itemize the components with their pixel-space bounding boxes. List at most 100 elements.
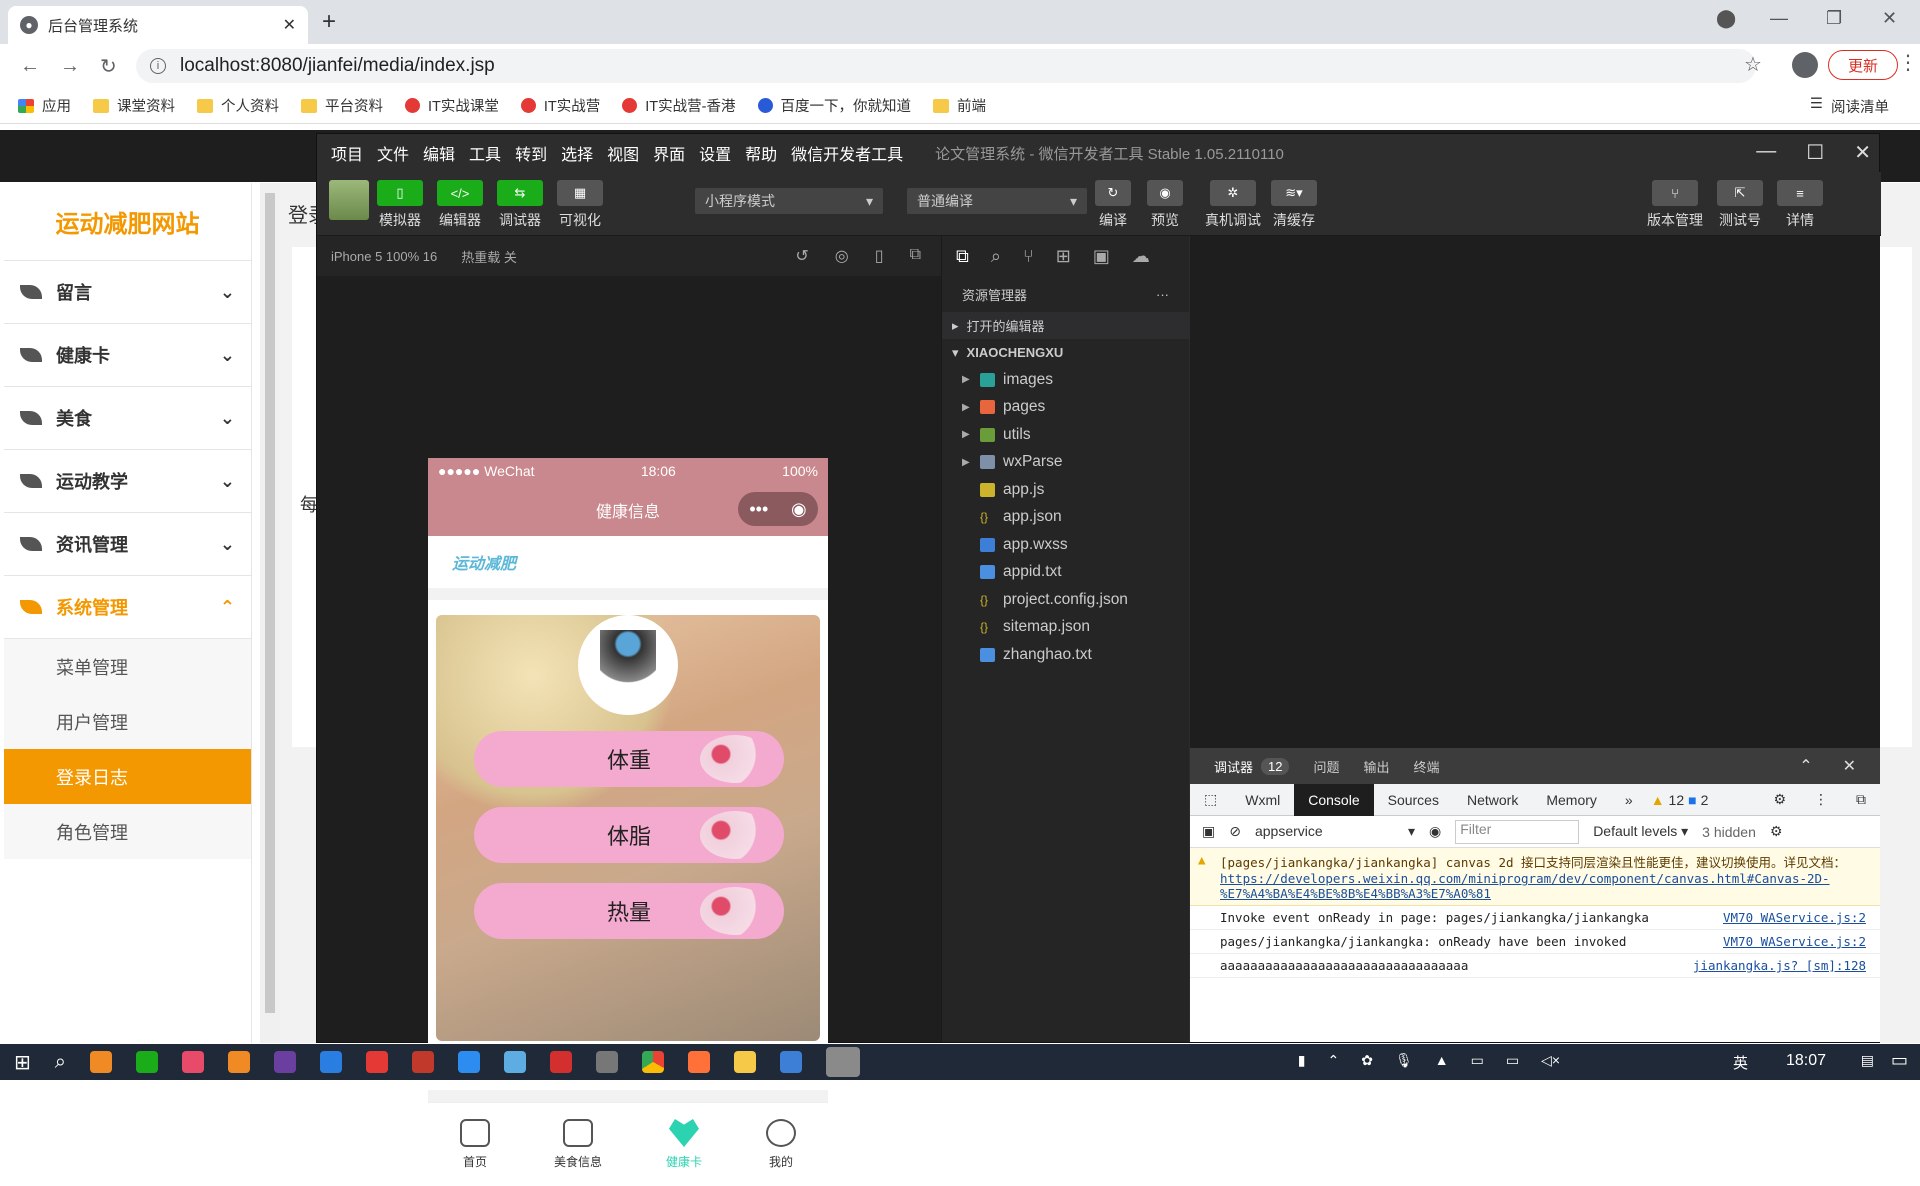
menu-view[interactable]: 视图 [607, 141, 639, 165]
remote-debug-button[interactable]: ✲ 真机调试 [1205, 180, 1261, 230]
log-source-link[interactable]: VM70 WAService.js:2 [1713, 934, 1866, 949]
minimize-icon[interactable]: — [1756, 140, 1776, 165]
menu-item[interactable]: 留言 ⌄ [4, 261, 251, 324]
menu-item[interactable]: 运动教学 ⌄ [4, 450, 251, 513]
wechat-icon[interactable] [135, 1051, 158, 1073]
close-icon[interactable]: ✕ [1854, 140, 1871, 165]
compile-button[interactable]: ↻ 编译 [1095, 180, 1131, 230]
ime-indicator[interactable]: 英 [1733, 1052, 1748, 1073]
preview-button[interactable]: ◉ 预览 [1147, 180, 1183, 230]
bookmark-link[interactable]: IT实战课堂 [405, 95, 499, 116]
docker-icon[interactable]: ☁ [1132, 246, 1150, 267]
tray-icon[interactable]: ✿ [1361, 1052, 1373, 1069]
bookmark-link[interactable]: 百度一下，你就知道 [757, 95, 911, 116]
app-icon[interactable] [503, 1051, 526, 1073]
file-item[interactable]: {} app.json [942, 504, 1189, 532]
menu-tools[interactable]: 工具 [469, 141, 501, 165]
test-account-button[interactable]: ⇱ 测试号 [1717, 180, 1763, 230]
mic-icon[interactable]: 🎙 [1395, 1052, 1413, 1069]
panel-memory[interactable]: Memory [1532, 784, 1611, 816]
details-button[interactable]: ≡ 详情 [1777, 180, 1823, 230]
settings-icon[interactable] [595, 1051, 618, 1073]
version-button[interactable]: ⑂ 版本管理 [1647, 180, 1703, 230]
body-fat-button[interactable]: 体脂 [474, 807, 784, 863]
device-select[interactable]: iPhone 5 100% 16 [331, 249, 437, 264]
settings-icon[interactable]: ⚙ [1759, 784, 1800, 816]
explorer-icon[interactable] [733, 1051, 756, 1073]
files-icon[interactable]: ⧉ [956, 246, 969, 267]
address-bar[interactable]: i localhost:8080/jianfei/media/index.jsp [136, 49, 1756, 83]
minimize-icon[interactable]: — [1770, 8, 1788, 29]
panel-network[interactable]: Network [1453, 784, 1532, 816]
new-tab-button[interactable]: + [322, 8, 336, 36]
tab-food[interactable]: 美食信息 [554, 1119, 602, 1170]
battery-icon[interactable]: ▭ [1471, 1052, 1484, 1069]
folder-item[interactable]: ▶ pages [942, 394, 1189, 422]
profile-dropdown-icon[interactable]: ⬤ [1716, 8, 1736, 29]
eye-icon[interactable]: ◉ [1429, 823, 1441, 840]
filter-input[interactable]: Filter [1455, 819, 1580, 844]
panel-sources[interactable]: Sources [1374, 784, 1453, 816]
reload-icon[interactable]: ↻ [100, 54, 117, 79]
menu-project[interactable]: 项目 [331, 141, 363, 165]
dock-icon[interactable]: ⧉ [1842, 784, 1880, 816]
inspect-icon[interactable]: ⬚ [1190, 784, 1231, 816]
tab-mine[interactable]: 我的 [765, 1119, 796, 1170]
page-scrollbar[interactable] [260, 183, 280, 1043]
windows-start-icon[interactable]: ⊞ [14, 1050, 31, 1075]
rotate-icon[interactable]: ↺ [795, 246, 808, 266]
menu-interface[interactable]: 界面 [653, 141, 685, 165]
bookmark-folder[interactable]: 平台资料 [301, 95, 383, 116]
project-avatar[interactable] [329, 180, 369, 220]
menu-item[interactable]: 资讯管理 ⌄ [4, 513, 251, 576]
weight-button[interactable]: 体重 [474, 731, 784, 787]
panel-console[interactable]: Console [1294, 783, 1374, 816]
clear-cache-button[interactable]: ≋▾ 清缓存 [1271, 180, 1317, 230]
close-window-icon[interactable]: ✕ [1882, 8, 1897, 29]
search-icon[interactable]: ⌕ [55, 1051, 66, 1074]
clear-console-icon[interactable]: ⊘ [1229, 823, 1241, 840]
chrome-icon[interactable] [641, 1051, 664, 1073]
file-item[interactable]: app.wxss [942, 531, 1189, 559]
open-editors-section[interactable]: ▸ 打开的编辑器 [942, 312, 1189, 339]
file-item[interactable]: {} project.config.json [942, 586, 1189, 614]
debugger-button[interactable]: ⇆ 调试器 [497, 180, 543, 230]
tray-icon[interactable]: ▲ [1435, 1052, 1449, 1069]
kebab-icon[interactable]: ⋮ [1800, 784, 1842, 816]
log-source-link[interactable]: VM70 WAService.js:2 [1713, 910, 1866, 925]
action-center-icon[interactable]: ▭ [1891, 1050, 1908, 1071]
extensions-icon[interactable]: ⊞ [1056, 246, 1071, 267]
close-circle-icon[interactable]: ◉ [791, 499, 807, 520]
scrollbar-thumb[interactable] [265, 193, 275, 1013]
app-icon[interactable] [365, 1051, 388, 1073]
menu-edit[interactable]: 编辑 [423, 141, 455, 165]
close-icon[interactable]: ✕ [1843, 756, 1856, 776]
close-tab-icon[interactable]: ✕ [283, 15, 296, 35]
profile-avatar[interactable] [1792, 52, 1818, 78]
simulator-button[interactable]: ▯ 模拟器 [377, 180, 423, 230]
file-item[interactable]: appid.txt [942, 559, 1189, 587]
capsule-menu[interactable]: ••• ◉ [738, 492, 818, 526]
info-icon[interactable]: i [150, 58, 166, 74]
hotreload-select[interactable]: 热重载 关 [461, 247, 517, 266]
bookmark-apps[interactable]: 应用 [18, 95, 71, 116]
git-icon[interactable]: ⑂ [1023, 246, 1034, 267]
app-icon[interactable] [457, 1051, 480, 1073]
app-icon[interactable] [181, 1051, 204, 1073]
tray-expand-icon[interactable]: ⌃ [1327, 1052, 1339, 1069]
bookmark-link[interactable]: IT实战营 [520, 95, 600, 116]
forward-icon[interactable]: → [60, 55, 80, 78]
notification-icon[interactable]: ▤ [1861, 1052, 1874, 1069]
network-icon[interactable]: ▭ [1506, 1052, 1519, 1069]
tab-home[interactable]: 首页 [459, 1119, 490, 1170]
menu-item-active[interactable]: 系统管理 ⌃ [4, 576, 251, 639]
submenu-item[interactable]: 用户管理 [4, 694, 251, 749]
app-icon[interactable] [411, 1051, 434, 1073]
sidebar-toggle-icon[interactable]: ▣ [1202, 823, 1215, 840]
browser-tab[interactable]: ● 后台管理系统 ✕ [8, 6, 308, 44]
file-item[interactable]: zhanghao.txt [942, 641, 1189, 669]
app-icon[interactable] [89, 1051, 112, 1073]
more-panels-icon[interactable]: » [1611, 784, 1647, 816]
tab-terminal[interactable]: 终端 [1414, 757, 1440, 776]
bookmark-folder[interactable]: 课堂资料 [93, 95, 175, 116]
